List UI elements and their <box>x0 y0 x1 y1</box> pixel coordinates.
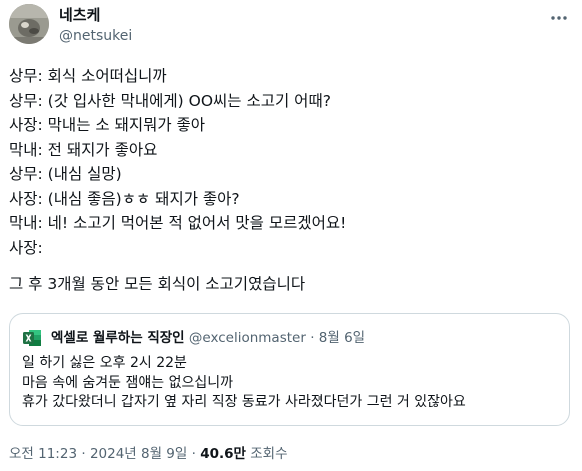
author-handle[interactable]: @netsukei <box>59 27 132 45</box>
quote-line: 일 하기 싫은 오후 2시 22분 <box>22 355 187 371</box>
author-name[interactable]: 네츠케 <box>59 6 100 24</box>
profile-photo-icon <box>9 4 49 44</box>
quote-header: 엑셀로 월루하는 직장인 @excelionmaster · 8월 6일 <box>51 328 365 348</box>
tweet-line: 사장: 막내는 소 돼지뭐가 좋아 <box>9 116 206 134</box>
tweet-text: 상무: 회식 소어떠십니까 상무: (갓 입사한 막내에게) OO씨는 소고기 … <box>9 64 574 297</box>
quote-separator: · <box>310 330 315 346</box>
ellipsis-horizontal-icon <box>551 16 567 20</box>
quote-date[interactable]: 8월 6일 <box>319 330 365 346</box>
tweet: 네츠케 @netsukei 상무: 회식 소어떠십니까 상무: (갓 입사한 막… <box>0 0 582 471</box>
more-options-button[interactable] <box>548 8 570 28</box>
author-avatar[interactable] <box>9 4 49 44</box>
quote-author-handle[interactable]: @excelionmaster <box>189 330 306 346</box>
tweet-conclusion: 그 후 3개월 동안 모든 회식이 소고기였습니다 <box>9 275 306 293</box>
tweet-line: 사장: (내심 좋음)ㅎㅎ 돼지가 좋아? <box>9 189 240 208</box>
quoted-tweet[interactable]: 엑셀로 월루하는 직장인 @excelionmaster · 8월 6일 일 하… <box>9 313 570 426</box>
quote-author-avatar[interactable] <box>22 328 42 348</box>
views-label: 조회수 <box>250 446 288 462</box>
quote-author-name[interactable]: 엑셀로 월루하는 직장인 <box>51 330 185 346</box>
meta-separator: · <box>81 446 86 462</box>
quote-line: 마음 속에 숨겨둔 잼얘는 없으십니까 <box>22 374 233 391</box>
tweet-time[interactable]: 오전 11:23 <box>9 446 77 462</box>
tweet-line: 사장: <box>9 238 43 257</box>
excel-icon <box>22 328 42 348</box>
tweet-line: 막내: 네! 소고기 먹어본 적 없어서 맛을 모르겠어요! <box>9 214 347 232</box>
quote-line: 휴가 갔다왔더니 갑자기 옆 자리 직장 동료가 사라졌다던가 그런 거 있잖아… <box>22 394 466 410</box>
meta-separator: · <box>191 446 196 462</box>
tweet-line: 막내: 전 돼지가 좋아요 <box>9 140 158 159</box>
tweet-date[interactable]: 2024년 8월 9일 <box>90 446 187 462</box>
tweet-line: 상무: 회식 소어떠십니까 <box>9 67 167 85</box>
views-count: 40.6만 <box>200 446 246 462</box>
quote-text: 일 하기 싫은 오후 2시 22분 마음 속에 숨겨둔 잼얘는 없으십니까 휴가… <box>22 354 466 413</box>
tweet-meta: 오전 11:23 · 2024년 8월 9일 · 40.6만 조회수 <box>9 445 288 463</box>
tweet-line: 상무: (갓 입사한 막내에게) OO씨는 소고기 어때? <box>9 91 331 110</box>
tweet-line: 상무: (내심 실망) <box>9 165 122 183</box>
